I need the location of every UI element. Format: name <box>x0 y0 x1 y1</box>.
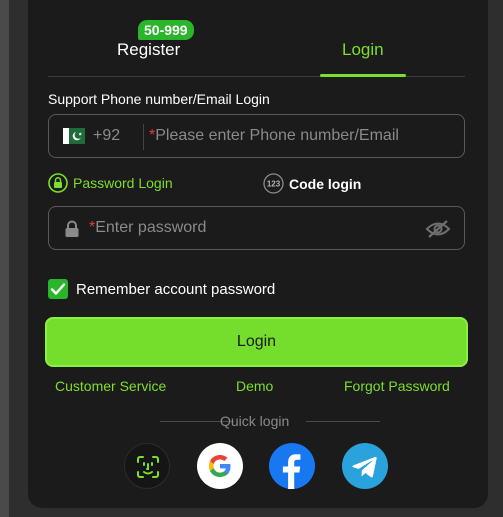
customer-service-link[interactable]: Customer Service <box>55 378 166 394</box>
remember-password-row[interactable]: Remember account password <box>48 279 275 299</box>
password-field[interactable]: *Enter password <box>48 206 465 250</box>
code-login-option[interactable]: 123 Code login <box>263 173 361 194</box>
login-button[interactable]: Login <box>45 317 468 367</box>
tab-login-active-indicator <box>320 74 406 77</box>
forgot-password-link[interactable]: Forgot Password <box>344 378 450 394</box>
svg-text:123: 123 <box>267 180 281 189</box>
face-id-icon[interactable] <box>124 443 170 489</box>
google-icon[interactable] <box>197 443 243 489</box>
demo-link[interactable]: Demo <box>236 378 273 394</box>
left-edge <box>0 0 9 517</box>
checkmark-icon <box>50 283 66 295</box>
password-login-option[interactable]: Password Login <box>48 173 173 193</box>
country-code[interactable]: +92 <box>93 127 120 145</box>
tab-login[interactable]: Login <box>342 40 384 60</box>
field-separator <box>143 124 144 150</box>
quick-login-divider-right <box>306 421 380 422</box>
register-bonus-badge: 50-999 <box>138 20 194 40</box>
pakistan-flag-icon[interactable] <box>63 128 85 144</box>
login-method-title: Support Phone number/Email Login <box>48 91 270 107</box>
eye-off-icon[interactable] <box>425 219 451 244</box>
password-login-label: Password Login <box>73 175 173 191</box>
phone-email-placeholder: *Please enter Phone number/Email <box>149 127 399 144</box>
remember-label: Remember account password <box>76 280 276 298</box>
tab-register[interactable]: Register <box>117 40 180 60</box>
number-code-icon: 123 <box>263 173 284 194</box>
quick-login-label: Quick login <box>220 413 290 429</box>
phone-email-field[interactable]: +92 *Please enter Phone number/Email <box>48 114 465 158</box>
code-login-label: Code login <box>289 175 362 192</box>
lock-circle-icon <box>48 173 68 193</box>
password-placeholder: *Enter password <box>89 219 207 236</box>
lock-icon <box>64 220 80 243</box>
facebook-icon[interactable] <box>269 443 315 489</box>
remember-checkbox[interactable] <box>48 279 68 299</box>
telegram-icon[interactable] <box>342 443 388 489</box>
